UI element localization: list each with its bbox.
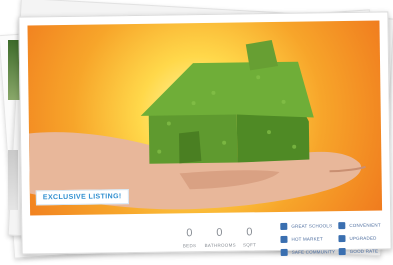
feature-label: SAFE COMMUNITY <box>291 248 336 255</box>
house-roof <box>140 61 314 118</box>
feature-great-schools: GREAT SCHOOLS <box>280 220 332 231</box>
listing-card[interactable]: EXCLUSIVE LISTING! 0 BEDS 0 BATHROOMS 0 … <box>18 11 392 256</box>
bathrooms-value: 0 <box>216 226 223 239</box>
listing-photo: EXCLUSIVE LISTING! <box>27 20 383 216</box>
house-chimney <box>245 40 279 71</box>
beds-label: BEDS <box>182 243 197 249</box>
feature-upgraded: UPGRADED <box>338 233 377 244</box>
bathrooms-label: BATHROOMS <box>204 242 236 249</box>
feature-hot-market: HOT MARKET <box>280 233 323 244</box>
feature-label: GREAT SCHOOLS <box>291 222 333 229</box>
stat-sqft: 0 SQFT <box>234 226 264 247</box>
feature-label: HOT MARKET <box>291 235 323 242</box>
exclusive-listing-badge: EXCLUSIVE LISTING! <box>35 189 129 206</box>
beds-value: 0 <box>186 227 193 240</box>
back-photo-edge-gray <box>8 150 18 210</box>
feature-convenient: CONVENIENT <box>338 220 381 231</box>
feature-safe-community: SAFE COMMUNITY <box>280 246 336 257</box>
school-icon <box>280 222 288 230</box>
feature-good-rate: GOOD RATE <box>338 246 379 257</box>
features-list: GREAT SCHOOLS CONVENIENT HOT MARKET UPGR… <box>280 220 385 261</box>
property-stats: 0 BEDS 0 BATHROOMS 0 SQFT <box>174 226 264 251</box>
sqft-label: SQFT <box>242 242 257 248</box>
feature-label: UPGRADED <box>349 235 377 241</box>
feature-label: CONVENIENT <box>349 222 381 228</box>
community-icon <box>280 248 288 256</box>
stat-beds: 0 BEDS <box>174 227 204 248</box>
car-icon <box>338 221 346 229</box>
rate-icon <box>338 247 346 255</box>
house-door <box>179 131 202 164</box>
stat-bathrooms: 0 BATHROOMS <box>204 226 236 249</box>
sqft-value: 0 <box>246 226 253 239</box>
upgrade-icon <box>338 234 346 242</box>
house-in-hand-illustration <box>28 40 366 210</box>
chart-icon <box>280 235 288 243</box>
feature-label: GOOD RATE <box>349 248 379 254</box>
